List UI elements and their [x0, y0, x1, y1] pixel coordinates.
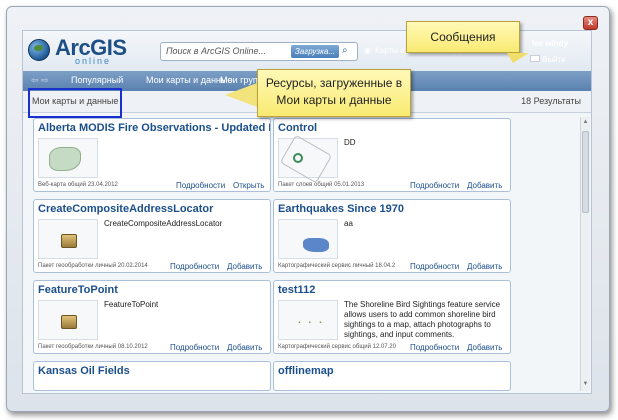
result-card: FeatureToPoint FeatureToPoint Пакет геоо… — [33, 280, 271, 354]
details-link[interactable]: Подробности — [410, 262, 459, 271]
search-input[interactable]: Поиск в ArcGIS Online... Загрузка... ⌕ — [160, 42, 358, 61]
nav-item-popular[interactable]: Популярный — [71, 75, 123, 85]
result-card: Alberta MODIS Fire Observations - Update… — [33, 118, 271, 192]
open-link[interactable]: Открыть — [233, 181, 264, 190]
details-link[interactable]: Подробности — [170, 262, 219, 271]
card-meta: Пакет геообработки личный 08.10.2012 — [38, 344, 148, 350]
details-link[interactable]: Подробности — [410, 181, 459, 190]
card-description: The Shoreline Bird Sightings feature ser… — [344, 300, 501, 339]
add-link[interactable]: Добавить — [227, 343, 262, 352]
messages-callout: Сообщения — [406, 21, 520, 53]
add-link[interactable]: Добавить — [467, 262, 502, 271]
card-title[interactable]: CreateCompositeAddressLocator — [38, 203, 270, 215]
card-description: CreateCompositeAddressLocator — [104, 219, 223, 228]
card-title[interactable]: test112 — [278, 284, 510, 296]
search-placeholder: Поиск в ArcGIS Online... — [166, 46, 267, 56]
card-description: FeatureToPoint — [104, 300, 159, 309]
toolbox-thumbnail-icon[interactable] — [38, 219, 98, 259]
messages-callout-pointer — [507, 53, 529, 63]
scrollbar[interactable]: ▲ ▼ — [580, 117, 590, 391]
card-title[interactable]: offlinemap — [278, 365, 510, 377]
card-meta: Картографический сервис личный 18.04.2 — [278, 263, 396, 269]
add-link[interactable]: Добавить — [467, 181, 502, 190]
close-button[interactable]: x — [583, 16, 598, 30]
card-meta: Веб-карта общий 23.04.2012 — [38, 182, 118, 188]
logo-subtext: online — [75, 56, 112, 66]
envelope-icon[interactable] — [530, 55, 540, 62]
result-card: Control DD Пакет слоев общий 05.01.2013 … — [273, 118, 511, 192]
result-card: offlinemap — [273, 361, 511, 391]
result-card: Kansas Oil Fields — [33, 361, 271, 391]
points-thumbnail-icon[interactable] — [278, 300, 338, 340]
results-list: Alberta MODIS Fire Observations - Update… — [23, 113, 591, 393]
add-link[interactable]: Добавить — [467, 343, 502, 352]
card-title[interactable]: Alberta MODIS Fire Observations - Update… — [38, 122, 270, 134]
radio-maps-icon[interactable]: ◉ — [364, 46, 371, 55]
card-description: DD — [344, 138, 356, 147]
scroll-thumb[interactable] — [582, 131, 589, 213]
card-title[interactable]: Control — [278, 122, 510, 134]
resources-callout: Ресурсы, загруженные в Мои карты и данны… — [257, 69, 411, 117]
card-meta: Пакет геообработки личный 20.02.2014 — [38, 263, 148, 269]
logout-link[interactable]: Выйти — [542, 55, 566, 64]
map-thumbnail-icon[interactable] — [38, 138, 98, 178]
scroll-up-icon[interactable]: ▲ — [582, 119, 589, 126]
globe-logo-icon — [28, 39, 50, 61]
roads-thumbnail-icon[interactable] — [278, 138, 338, 178]
result-card: test112 The Shoreline Bird Sightings fea… — [273, 280, 511, 354]
user-name[interactable]: lee windy — [532, 39, 568, 48]
search-icon[interactable]: ⌕ — [342, 45, 354, 57]
card-meta: Пакет слоев общий 05.01.2013 — [278, 182, 365, 188]
card-meta: Картографический сервис общий 12.07.20 — [278, 344, 396, 350]
resources-callout-pointer — [225, 83, 257, 107]
upload-button[interactable]: Загрузка... — [290, 45, 339, 58]
scroll-down-icon[interactable]: ▼ — [582, 381, 589, 388]
details-link[interactable]: Подробности — [176, 181, 225, 190]
result-count: 18 Результаты — [521, 96, 581, 106]
card-title[interactable]: Earthquakes Since 1970 — [278, 203, 510, 215]
card-description: aa — [344, 219, 353, 228]
details-link[interactable]: Подробности — [410, 343, 459, 352]
breadcrumb-highlight — [28, 88, 122, 118]
card-title[interactable]: FeatureToPoint — [38, 284, 270, 296]
nav-arrows-icon[interactable]: ⇦ ⇨ — [31, 75, 49, 86]
result-card: CreateCompositeAddressLocator CreateComp… — [33, 199, 271, 273]
card-title[interactable]: Kansas Oil Fields — [38, 365, 270, 377]
toolbox-thumbnail-icon[interactable] — [38, 300, 98, 340]
details-link[interactable]: Подробности — [170, 343, 219, 352]
us-map-thumbnail-icon[interactable] — [278, 219, 338, 259]
add-link[interactable]: Добавить — [227, 262, 262, 271]
result-card: Earthquakes Since 1970 aa Картографическ… — [273, 199, 511, 273]
